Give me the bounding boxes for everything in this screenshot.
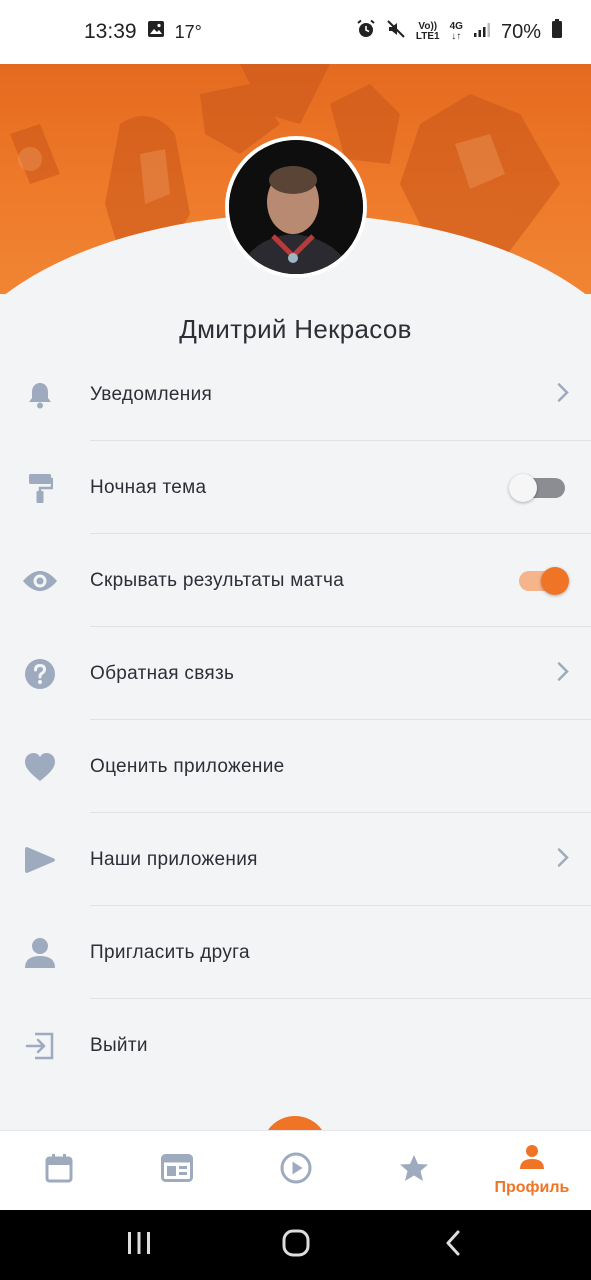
nav-item-calendar[interactable] [0, 1131, 118, 1210]
help-circle-icon [22, 656, 58, 692]
chevron-right-icon [557, 847, 569, 872]
signal-icon [473, 20, 491, 44]
menu-item-label: Оценить приложение [90, 755, 285, 777]
volte-indicator: Vo)) LTE1 [415, 21, 440, 42]
nav-item-news[interactable] [118, 1131, 236, 1210]
menu-item-logout[interactable]: Выйти [0, 999, 591, 1092]
news-icon [161, 1154, 194, 1187]
menu-item-label: Обратная связь [90, 662, 235, 684]
menu-item-label: Скрывать результаты матча [90, 569, 345, 591]
chevron-right-icon [557, 382, 569, 407]
network-indicator: 4G ↓↑ [449, 21, 463, 42]
menu-item-our-apps[interactable]: Наши приложения [0, 813, 591, 906]
nav-item-favorites[interactable] [355, 1131, 473, 1210]
avatar-photo [229, 140, 363, 274]
nav-item-profile[interactable]: Профиль [473, 1131, 591, 1210]
menu-item-label: Выйти [90, 1034, 148, 1056]
settings-menu: Уведомления Ночная тема Скрывать результ… [0, 348, 591, 1092]
hide-results-toggle[interactable] [519, 566, 569, 595]
person-icon [22, 935, 58, 971]
bottom-nav: Профиль [0, 1130, 591, 1210]
menu-item-invite-friend[interactable]: Пригласить друга [0, 906, 591, 999]
menu-item-night-theme[interactable]: Ночная тема [0, 441, 591, 534]
profile-icon [519, 1144, 545, 1175]
status-bar-right: Vo)) LTE1 4G ↓↑ 70% [356, 19, 563, 45]
toggle-knob [509, 473, 537, 502]
status-bar: 13:39 17° Vo)) LTE1 4G ↓↑ 70% [0, 0, 591, 64]
status-temperature: 17° [174, 21, 202, 42]
menu-item-label: Пригласить друга [90, 941, 250, 963]
menu-item-feedback[interactable]: Обратная связь [0, 627, 591, 720]
status-time: 13:39 [84, 20, 137, 43]
back-button[interactable] [423, 1215, 483, 1275]
alarm-icon [356, 19, 376, 45]
system-nav-bar [0, 1210, 591, 1280]
menu-item-notifications[interactable]: Уведомления [0, 348, 591, 441]
mute-icon [386, 19, 406, 45]
home-icon [282, 1229, 310, 1262]
chevron-right-icon [557, 661, 569, 686]
nav-item-videos[interactable] [236, 1131, 354, 1210]
paint-roller-icon [22, 470, 58, 506]
status-bar-left: 13:39 17° [84, 20, 202, 44]
recents-button[interactable] [109, 1215, 169, 1275]
menu-item-label: Уведомления [90, 383, 213, 405]
menu-item-label: Наши приложения [90, 848, 258, 870]
eye-icon [22, 563, 58, 599]
night-theme-toggle[interactable] [509, 473, 565, 502]
heart-icon [22, 749, 58, 785]
battery-percent: 70% [500, 20, 541, 43]
bell-icon [22, 377, 58, 413]
back-icon [444, 1230, 462, 1261]
menu-item-label: Ночная тема [90, 476, 207, 498]
calendar-icon [45, 1153, 73, 1188]
logout-icon [22, 1028, 58, 1064]
recents-icon [126, 1231, 152, 1260]
star-icon [399, 1154, 429, 1187]
battery-icon [551, 19, 563, 45]
play-circle-icon [280, 1152, 312, 1189]
gallery-icon [147, 20, 165, 44]
home-button[interactable] [266, 1215, 326, 1275]
play-icon [22, 842, 58, 878]
user-name: Дмитрий Некрасов [179, 314, 412, 344]
menu-item-rate-app[interactable]: Оценить приложение [0, 720, 591, 813]
nav-label-profile: Профиль [494, 1179, 570, 1196]
toggle-knob [541, 566, 569, 595]
avatar[interactable] [225, 136, 367, 278]
menu-item-hide-results[interactable]: Скрывать результаты матча [0, 534, 591, 627]
